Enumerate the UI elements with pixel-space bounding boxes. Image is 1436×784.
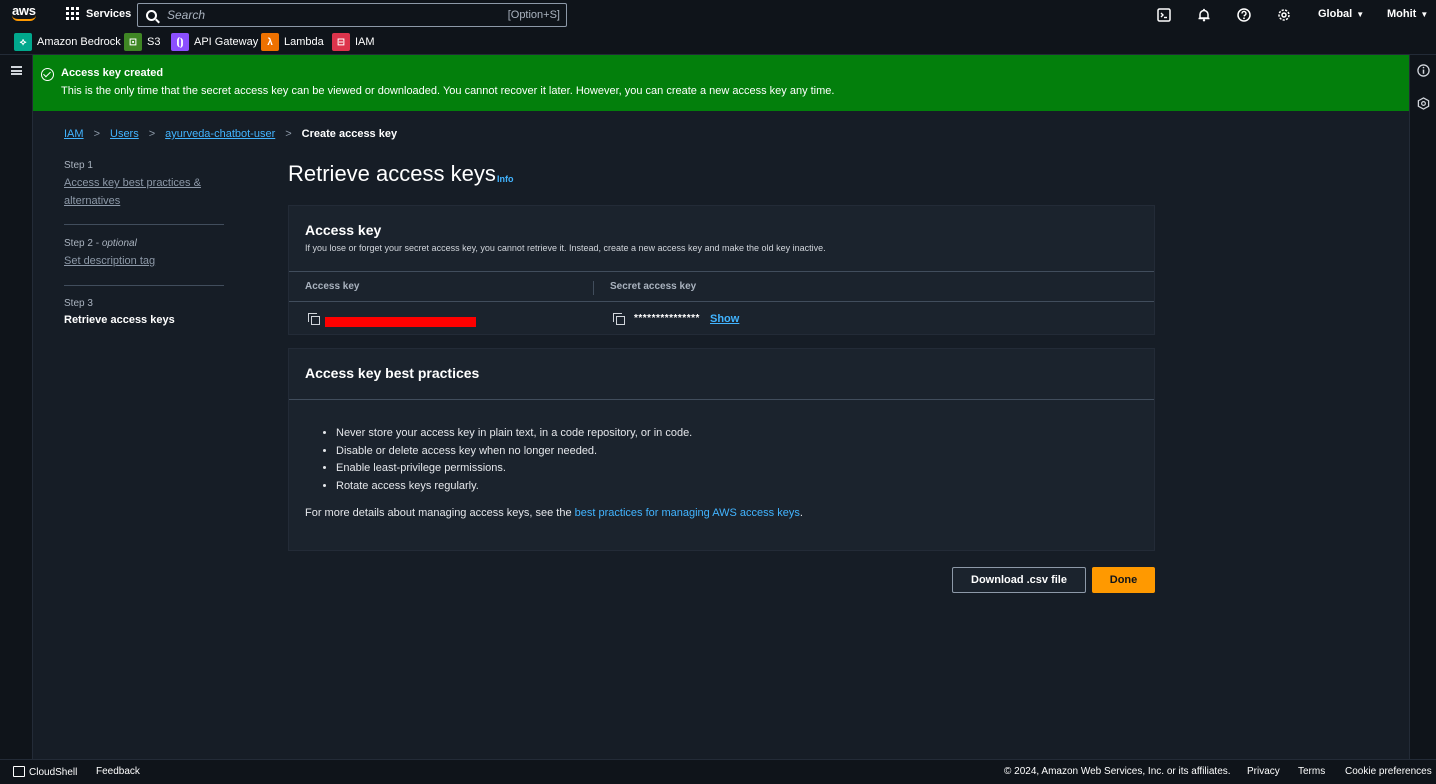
services-menu-button[interactable]: Services <box>66 7 131 20</box>
download-csv-button[interactable]: Download .csv file <box>952 567 1086 593</box>
help-icon[interactable] <box>1237 8 1251 22</box>
search-icon <box>146 9 157 21</box>
secret-key-column-header: Secret access key <box>610 281 697 292</box>
favorite-s3[interactable]: ⊡ S3 <box>124 33 160 51</box>
caret-down-icon: ▼ <box>1356 10 1365 19</box>
services-label: Services <box>86 7 132 20</box>
left-rail <box>0 55 33 759</box>
cookie-preferences-link[interactable]: Cookie preferences <box>1345 766 1432 777</box>
caret-down-icon: ▼ <box>1420 10 1429 19</box>
footer: CloudShell Feedback © 2024, Amazon Web S… <box>0 759 1436 784</box>
privacy-link[interactable]: Privacy <box>1247 766 1280 777</box>
step-divider <box>64 285 224 286</box>
favorite-label: IAM <box>355 36 375 48</box>
card-title: Access key best practices <box>305 365 480 381</box>
favorite-iam[interactable]: ⊟ IAM <box>332 33 375 51</box>
best-practices-list: Never store your access key in plain tex… <box>336 425 692 496</box>
step-3-current: Retrieve access keys <box>64 314 175 326</box>
breadcrumb-users[interactable]: Users <box>110 128 139 140</box>
top-navigation: aws Services [Option+S] Global▼ Mohit▼ <box>0 0 1436 30</box>
flash-message: This is the only time that the secret ac… <box>61 85 835 97</box>
divider <box>289 399 1154 400</box>
access-key-card: Access key If you lose or forget your se… <box>288 205 1155 335</box>
copy-icon[interactable] <box>613 313 626 326</box>
favorite-label: S3 <box>147 36 161 48</box>
step-1-link[interactable]: Access key best practices & alternatives <box>64 174 224 210</box>
iam-icon: ⊟ <box>332 33 350 51</box>
column-divider <box>593 281 594 295</box>
menu-icon[interactable] <box>11 66 22 75</box>
info-icon[interactable] <box>1417 64 1430 77</box>
region-label: Global <box>1318 8 1353 20</box>
feedback-link[interactable]: Feedback <box>96 766 140 777</box>
breadcrumb-current: Create access key <box>301 128 398 140</box>
page-title: Retrieve access keys <box>288 161 496 186</box>
best-practices-link[interactable]: best practices for managing AWS access k… <box>575 507 800 519</box>
step-number: Step 1 <box>64 160 93 171</box>
api-gateway-icon: ⦗⦘ <box>171 33 189 51</box>
list-item: Enable least-privilege permissions. <box>336 460 692 478</box>
flash-title: Access key created <box>61 67 164 79</box>
wizard-step-3: Step 3 Retrieve access keys <box>64 298 224 326</box>
favorite-bedrock[interactable]: ⟡ Amazon Bedrock <box>14 33 121 51</box>
list-item: Rotate access keys regularly. <box>336 478 692 496</box>
aws-logo[interactable]: aws <box>12 4 42 26</box>
breadcrumb-user[interactable]: ayurveda-chatbot-user <box>165 128 275 140</box>
cloudshell-icon <box>13 766 25 777</box>
list-item: Disable or delete access key when no lon… <box>336 443 692 461</box>
redacted-access-key <box>325 317 476 327</box>
favorite-lambda[interactable]: λ Lambda <box>261 33 324 51</box>
bell-icon[interactable] <box>1197 8 1211 22</box>
divider <box>289 271 1154 272</box>
settings-icon[interactable] <box>1277 8 1291 22</box>
success-check-icon <box>41 68 54 81</box>
card-description: If you lose or forget your secret access… <box>305 243 826 253</box>
card-title: Access key <box>305 222 382 238</box>
divider <box>289 301 1154 302</box>
breadcrumb: IAM > Users > ayurveda-chatbot-user > Cr… <box>64 128 397 140</box>
hexagon-icon[interactable] <box>1417 97 1430 110</box>
grid-icon <box>66 7 79 20</box>
done-button[interactable]: Done <box>1092 567 1155 593</box>
breadcrumb-iam[interactable]: IAM <box>64 128 84 140</box>
copy-icon[interactable] <box>308 313 321 326</box>
wizard-step-2: Step 2 - optional Set description tag <box>64 238 224 270</box>
search-input[interactable] <box>167 8 508 22</box>
chevron-right-icon: > <box>285 128 292 140</box>
bedrock-icon: ⟡ <box>14 33 32 51</box>
favorites-bar: ⟡ Amazon Bedrock ⊡ S3 ⦗⦘ API Gateway λ L… <box>0 30 1436 55</box>
account-menu[interactable]: Mohit ▼ <box>1387 8 1428 20</box>
favorite-label: Amazon Bedrock <box>37 36 121 48</box>
cloudshell-button[interactable]: CloudShell <box>13 766 77 778</box>
right-rail <box>1409 55 1436 759</box>
step-number: Step 3 <box>64 298 93 309</box>
step-divider <box>64 224 224 225</box>
access-key-column-header: Access key <box>305 281 360 292</box>
best-practices-card: Access key best practices Never store yo… <box>288 348 1155 551</box>
cloudshell-icon[interactable] <box>1157 8 1171 22</box>
region-selector[interactable]: Global ▼ <box>1318 8 1364 20</box>
favorite-label: Lambda <box>284 36 324 48</box>
info-link[interactable]: Info <box>497 174 514 184</box>
search-box[interactable]: [Option+S] <box>137 3 567 27</box>
search-shortcut-hint: [Option+S] <box>507 9 560 21</box>
user-label: Mohit <box>1387 8 1417 20</box>
show-secret-link[interactable]: Show <box>710 313 739 325</box>
s3-icon: ⊡ <box>124 33 142 51</box>
chevron-right-icon: > <box>148 128 156 140</box>
chevron-right-icon: > <box>93 128 100 140</box>
success-flash-banner: Access key created This is the only time… <box>33 55 1409 111</box>
wizard-step-1: Step 1 Access key best practices & alter… <box>64 160 224 210</box>
lambda-icon: λ <box>261 33 279 51</box>
step-number: Step 2 - optional <box>64 238 137 249</box>
favorite-label: API Gateway <box>194 36 259 48</box>
secret-key-masked: *************** <box>634 313 700 324</box>
list-item: Never store your access key in plain tex… <box>336 425 692 443</box>
copyright-text: © 2024, Amazon Web Services, Inc. or its… <box>1004 766 1231 777</box>
terms-link[interactable]: Terms <box>1298 766 1325 777</box>
favorite-api-gateway[interactable]: ⦗⦘ API Gateway <box>171 33 258 51</box>
step-2-link[interactable]: Set description tag <box>64 252 224 270</box>
best-practices-more: For more details about managing access k… <box>305 507 803 519</box>
